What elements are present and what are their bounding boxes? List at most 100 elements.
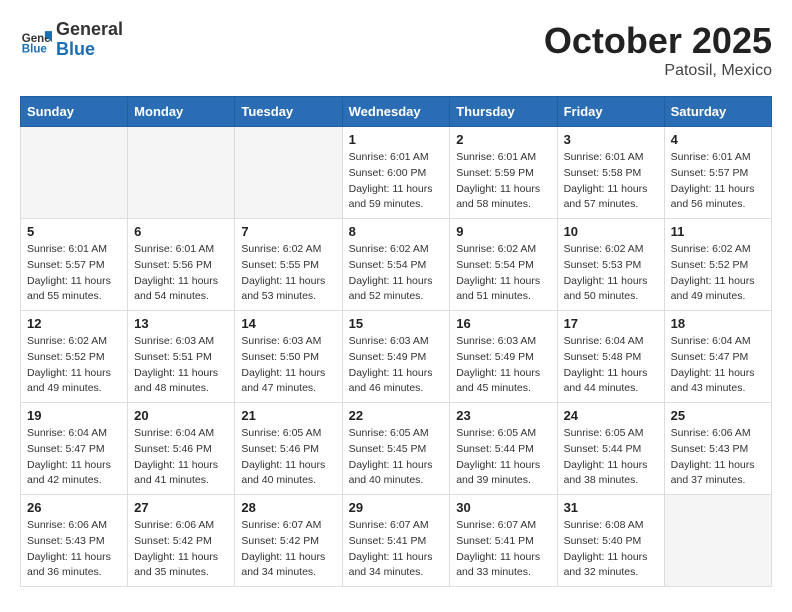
- day-number: 7: [241, 224, 335, 239]
- day-info: Sunrise: 6:05 AM Sunset: 5:44 PM Dayligh…: [456, 426, 550, 489]
- day-info: Sunrise: 6:04 AM Sunset: 5:47 PM Dayligh…: [27, 426, 121, 489]
- calendar-week-row: 19 Sunrise: 6:04 AM Sunset: 5:47 PM Dayli…: [21, 403, 772, 495]
- calendar-week-row: 12Sunrise: 6:02 AM Sunset: 5:52 PM Dayli…: [21, 311, 772, 403]
- svg-text:Blue: Blue: [22, 43, 48, 55]
- day-info: Sunrise: 6:05 AM Sunset: 5:45 PM Dayligh…: [349, 426, 444, 489]
- day-info: Sunrise: 6:07 AM Sunset: 5:41 PM Dayligh…: [349, 518, 444, 581]
- day-number: 11: [671, 224, 765, 239]
- day-info: Sunrise: 6:03 AM Sunset: 5:51 PM Dayligh…: [134, 334, 228, 397]
- day-info: Sunrise: 6:01 AM Sunset: 5:57 PM Dayligh…: [27, 242, 121, 305]
- day-info: Sunrise: 6:02 AM Sunset: 5:54 PM Dayligh…: [456, 242, 550, 305]
- day-number: 10: [564, 224, 658, 239]
- day-number: 29: [349, 500, 444, 515]
- day-number: 24: [564, 408, 658, 423]
- calendar-day-4: 4 Sunrise: 6:01 AM Sunset: 5:57 PM Daylig…: [664, 127, 771, 219]
- calendar-day-24: 24 Sunrise: 6:05 AM Sunset: 5:44 PM Dayli…: [557, 403, 664, 495]
- calendar-day-15: 15Sunrise: 6:03 AM Sunset: 5:49 PM Dayli…: [342, 311, 450, 403]
- calendar-day-21: 21 Sunrise: 6:05 AM Sunset: 5:46 PM Dayli…: [235, 403, 342, 495]
- day-info: Sunrise: 6:06 AM Sunset: 5:43 PM Dayligh…: [27, 518, 121, 581]
- day-info: Sunrise: 6:02 AM Sunset: 5:53 PM Dayligh…: [564, 242, 658, 305]
- day-info: Sunrise: 6:03 AM Sunset: 5:50 PM Dayligh…: [241, 334, 335, 397]
- calendar-day-18: 18 Sunrise: 6:04 AM Sunset: 5:47 PM Dayli…: [664, 311, 771, 403]
- day-info: Sunrise: 6:01 AM Sunset: 6:00 PM Dayligh…: [349, 150, 444, 213]
- day-number: 22: [349, 408, 444, 423]
- calendar-week-row: 26 Sunrise: 6:06 AM Sunset: 5:43 PM Dayli…: [21, 495, 772, 587]
- calendar-day-20: 20Sunrise: 6:04 AM Sunset: 5:46 PM Dayli…: [128, 403, 235, 495]
- calendar-day-14: 14 Sunrise: 6:03 AM Sunset: 5:50 PM Dayli…: [235, 311, 342, 403]
- calendar-day-22: 22 Sunrise: 6:05 AM Sunset: 5:45 PM Dayli…: [342, 403, 450, 495]
- weekday-header-row: SundayMondayTuesdayWednesdayThursdayFrid…: [21, 97, 772, 127]
- day-info: Sunrise: 6:01 AM Sunset: 5:58 PM Dayligh…: [564, 150, 658, 213]
- weekday-header-friday: Friday: [557, 97, 664, 127]
- calendar-day-31: 31Sunrise: 6:08 AM Sunset: 5:40 PM Dayli…: [557, 495, 664, 587]
- calendar-day-25: 25 Sunrise: 6:06 AM Sunset: 5:43 PM Dayli…: [664, 403, 771, 495]
- weekday-header-monday: Monday: [128, 97, 235, 127]
- day-number: 18: [671, 316, 765, 331]
- calendar-day-23: 23 Sunrise: 6:05 AM Sunset: 5:44 PM Dayli…: [450, 403, 557, 495]
- calendar-day-10: 10 Sunrise: 6:02 AM Sunset: 5:53 PM Dayli…: [557, 219, 664, 311]
- day-info: Sunrise: 6:02 AM Sunset: 5:52 PM Dayligh…: [27, 334, 121, 397]
- calendar-day-17: 17 Sunrise: 6:04 AM Sunset: 5:48 PM Dayli…: [557, 311, 664, 403]
- day-info: Sunrise: 6:03 AM Sunset: 5:49 PM Dayligh…: [349, 334, 444, 397]
- calendar-day-27: 27Sunrise: 6:06 AM Sunset: 5:42 PM Dayli…: [128, 495, 235, 587]
- logo-blue-text: Blue: [56, 40, 123, 60]
- calendar-day-3: 3 Sunrise: 6:01 AM Sunset: 5:58 PM Daylig…: [557, 127, 664, 219]
- calendar-day-2: 2Sunrise: 6:01 AM Sunset: 5:59 PM Daylig…: [450, 127, 557, 219]
- day-number: 20: [134, 408, 228, 423]
- calendar-day-12: 12Sunrise: 6:02 AM Sunset: 5:52 PM Dayli…: [21, 311, 128, 403]
- calendar-day-11: 11 Sunrise: 6:02 AM Sunset: 5:52 PM Dayli…: [664, 219, 771, 311]
- day-info: Sunrise: 6:07 AM Sunset: 5:42 PM Dayligh…: [241, 518, 335, 581]
- day-number: 27: [134, 500, 228, 515]
- calendar-empty-cell: [128, 127, 235, 219]
- logo-text: General Blue: [56, 20, 123, 60]
- day-number: 16: [456, 316, 550, 331]
- day-number: 23: [456, 408, 550, 423]
- day-info: Sunrise: 6:02 AM Sunset: 5:52 PM Dayligh…: [671, 242, 765, 305]
- day-info: Sunrise: 6:04 AM Sunset: 5:47 PM Dayligh…: [671, 334, 765, 397]
- calendar-empty-cell: [235, 127, 342, 219]
- day-info: Sunrise: 6:04 AM Sunset: 5:48 PM Dayligh…: [564, 334, 658, 397]
- day-info: Sunrise: 6:02 AM Sunset: 5:55 PM Dayligh…: [241, 242, 335, 305]
- calendar-day-9: 9Sunrise: 6:02 AM Sunset: 5:54 PM Daylig…: [450, 219, 557, 311]
- day-info: Sunrise: 6:01 AM Sunset: 5:56 PM Dayligh…: [134, 242, 228, 305]
- day-number: 17: [564, 316, 658, 331]
- day-number: 8: [349, 224, 444, 239]
- day-info: Sunrise: 6:01 AM Sunset: 5:59 PM Dayligh…: [456, 150, 550, 213]
- logo-icon: General Blue: [20, 24, 52, 56]
- calendar-day-8: 8 Sunrise: 6:02 AM Sunset: 5:54 PM Daylig…: [342, 219, 450, 311]
- day-number: 21: [241, 408, 335, 423]
- day-number: 4: [671, 132, 765, 147]
- weekday-header-wednesday: Wednesday: [342, 97, 450, 127]
- calendar-day-13: 13Sunrise: 6:03 AM Sunset: 5:51 PM Dayli…: [128, 311, 235, 403]
- day-info: Sunrise: 6:06 AM Sunset: 5:43 PM Dayligh…: [671, 426, 765, 489]
- calendar-day-29: 29 Sunrise: 6:07 AM Sunset: 5:41 PM Dayli…: [342, 495, 450, 587]
- calendar-day-16: 16Sunrise: 6:03 AM Sunset: 5:49 PM Dayli…: [450, 311, 557, 403]
- day-number: 28: [241, 500, 335, 515]
- location: Patosil, Mexico: [544, 62, 772, 80]
- title-block: October 2025 Patosil, Mexico: [544, 20, 772, 80]
- weekday-header-thursday: Thursday: [450, 97, 557, 127]
- calendar-day-30: 30Sunrise: 6:07 AM Sunset: 5:41 PM Dayli…: [450, 495, 557, 587]
- day-number: 19: [27, 408, 121, 423]
- calendar-day-1: 1 Sunrise: 6:01 AM Sunset: 6:00 PM Daylig…: [342, 127, 450, 219]
- day-info: Sunrise: 6:05 AM Sunset: 5:46 PM Dayligh…: [241, 426, 335, 489]
- page-header: General Blue General Blue October 2025 P…: [20, 20, 772, 80]
- day-number: 1: [349, 132, 444, 147]
- day-number: 25: [671, 408, 765, 423]
- calendar-week-row: 5Sunrise: 6:01 AM Sunset: 5:57 PM Daylig…: [21, 219, 772, 311]
- calendar-day-28: 28 Sunrise: 6:07 AM Sunset: 5:42 PM Dayli…: [235, 495, 342, 587]
- calendar-empty-cell: [21, 127, 128, 219]
- day-info: Sunrise: 6:05 AM Sunset: 5:44 PM Dayligh…: [564, 426, 658, 489]
- calendar-week-row: 1 Sunrise: 6:01 AM Sunset: 6:00 PM Daylig…: [21, 127, 772, 219]
- calendar-day-26: 26 Sunrise: 6:06 AM Sunset: 5:43 PM Dayli…: [21, 495, 128, 587]
- calendar-day-19: 19 Sunrise: 6:04 AM Sunset: 5:47 PM Dayli…: [21, 403, 128, 495]
- weekday-header-sunday: Sunday: [21, 97, 128, 127]
- day-info: Sunrise: 6:07 AM Sunset: 5:41 PM Dayligh…: [456, 518, 550, 581]
- weekday-header-saturday: Saturday: [664, 97, 771, 127]
- day-info: Sunrise: 6:01 AM Sunset: 5:57 PM Dayligh…: [671, 150, 765, 213]
- day-number: 14: [241, 316, 335, 331]
- day-info: Sunrise: 6:02 AM Sunset: 5:54 PM Dayligh…: [349, 242, 444, 305]
- calendar-table: SundayMondayTuesdayWednesdayThursdayFrid…: [20, 96, 772, 587]
- day-number: 3: [564, 132, 658, 147]
- day-number: 26: [27, 500, 121, 515]
